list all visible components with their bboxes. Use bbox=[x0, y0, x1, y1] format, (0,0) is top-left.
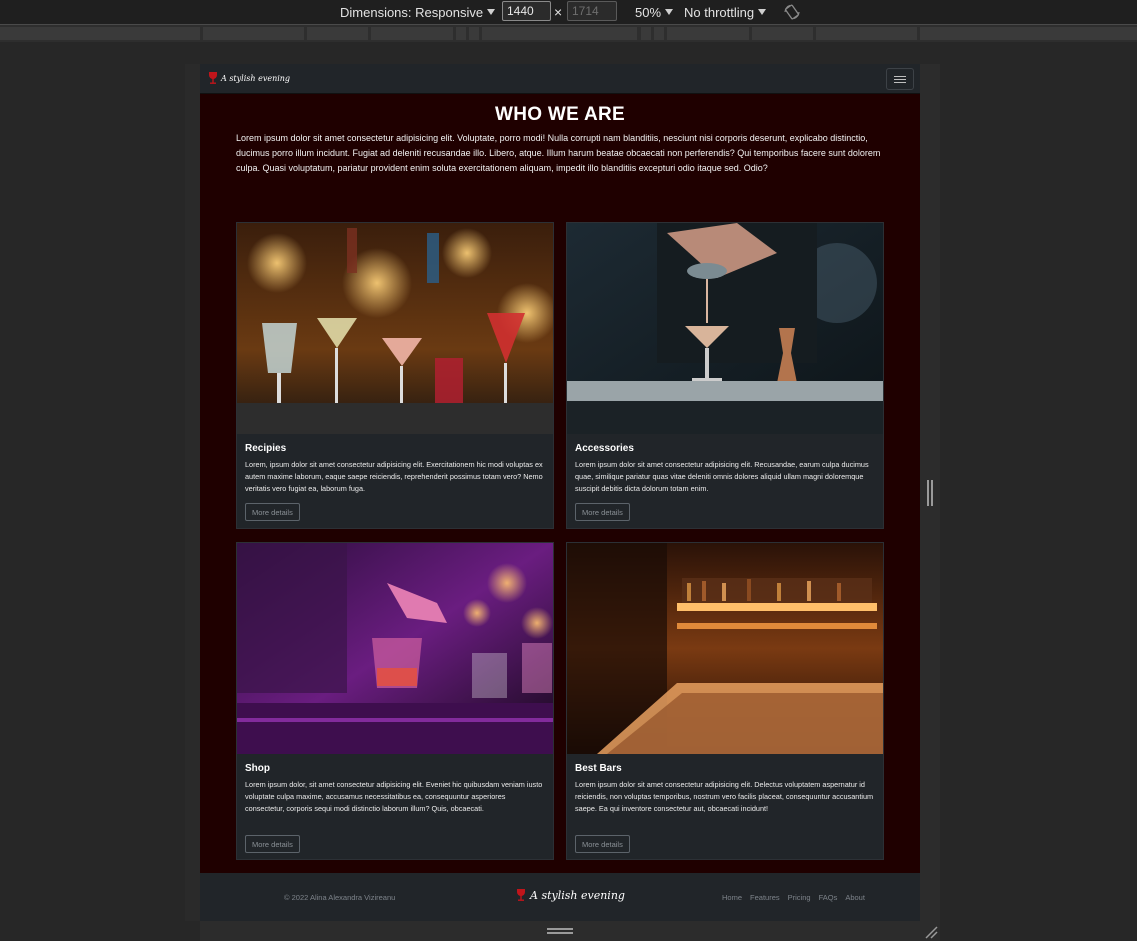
more-details-button[interactable]: More details bbox=[575, 503, 630, 521]
navbar-brand[interactable]: A stylish evening bbox=[208, 71, 290, 85]
intro-paragraph: Lorem ipsum dolor sit amet consectetur a… bbox=[236, 133, 881, 173]
copyright-text: © 2022 Alina Alexandra Vizireanu bbox=[284, 893, 396, 902]
throttling-dropdown[interactable]: No throttling bbox=[684, 0, 767, 24]
more-details-button[interactable]: More details bbox=[575, 835, 630, 853]
chevron-down-icon bbox=[758, 9, 767, 15]
wine-glass-icon bbox=[517, 889, 525, 901]
footer-link-home[interactable]: Home bbox=[722, 893, 742, 902]
brand-name: A stylish evening bbox=[221, 73, 291, 83]
card-best-bars: Best Bars Lorem ipsum dolor sit amet con… bbox=[566, 542, 884, 860]
navbar: A stylish evening bbox=[200, 64, 920, 94]
chevron-down-icon bbox=[487, 9, 496, 15]
card-title: Best Bars bbox=[575, 763, 622, 774]
card-text: Lorem, ipsum dolor sit amet consectetur … bbox=[245, 460, 543, 493]
dimensions-dropdown[interactable]: Dimensions: Responsive bbox=[340, 0, 496, 24]
page-title: WHO WE ARE bbox=[494, 104, 625, 125]
zoom-dropdown[interactable]: 50% bbox=[635, 0, 674, 24]
devtools-device-toolbar: Dimensions: Responsive 1440 × 1714 50% N… bbox=[0, 0, 1137, 24]
zoom-label: 50% bbox=[635, 4, 662, 20]
more-details-button[interactable]: More details bbox=[245, 835, 300, 853]
footer-link-features[interactable]: Features bbox=[750, 893, 780, 902]
width-input[interactable]: 1440 bbox=[502, 1, 551, 21]
card-title: Recipies bbox=[245, 443, 287, 454]
throttling-label: No throttling bbox=[684, 4, 755, 20]
footer-nav: Home Features Pricing FAQs About bbox=[722, 893, 865, 902]
navbar-toggler-button[interactable] bbox=[886, 68, 914, 90]
bartender-straining-image bbox=[567, 223, 883, 434]
card-recipies: Recipies Lorem, ipsum dolor sit amet con… bbox=[236, 222, 554, 529]
card-shop: Shop Lorem ipsum dolor, sit amet consect… bbox=[236, 542, 554, 860]
dimensions-label: Dimensions: Responsive bbox=[340, 4, 484, 20]
footer-link-faqs[interactable]: FAQs bbox=[819, 893, 838, 902]
footer: © 2022 Alina Alexandra Vizireanu A styli… bbox=[200, 873, 920, 921]
rotate-icon[interactable] bbox=[783, 0, 801, 24]
wine-glass-icon bbox=[209, 72, 217, 84]
media-query-bar[interactable] bbox=[0, 25, 1137, 42]
card-text: Lorem ipsum dolor, sit amet consectetur … bbox=[245, 780, 543, 813]
resize-corner-icon[interactable] bbox=[924, 925, 938, 939]
footer-link-about[interactable]: About bbox=[845, 893, 865, 902]
card-text: Lorem ipsum dolor sit amet consectetur a… bbox=[575, 780, 874, 813]
cocktail-glasses-image bbox=[237, 223, 553, 434]
card-accessories: Accessories Lorem ipsum dolor sit amet c… bbox=[566, 222, 884, 529]
card-title: Accessories bbox=[575, 443, 634, 454]
height-input[interactable]: 1714 bbox=[567, 1, 617, 21]
footer-brand-name: A stylish evening bbox=[530, 888, 625, 902]
chevron-down-icon bbox=[665, 9, 674, 15]
footer-brand[interactable]: A stylish evening bbox=[516, 887, 625, 903]
footer-link-pricing[interactable]: Pricing bbox=[788, 893, 811, 902]
hamburger-icon bbox=[894, 75, 906, 77]
times-symbol: × bbox=[554, 4, 563, 20]
card-text: Lorem ipsum dolor sit amet consectetur a… bbox=[575, 460, 869, 493]
resize-handle-right[interactable] bbox=[927, 480, 933, 506]
bar-interior-image bbox=[567, 543, 883, 754]
resize-handle-bottom[interactable] bbox=[547, 928, 573, 934]
emulated-page: A stylish evening WHO WE ARE Lorem ipsum… bbox=[200, 64, 920, 921]
pouring-drink-image bbox=[237, 543, 553, 754]
more-details-button[interactable]: More details bbox=[245, 503, 300, 521]
card-title: Shop bbox=[245, 763, 270, 774]
